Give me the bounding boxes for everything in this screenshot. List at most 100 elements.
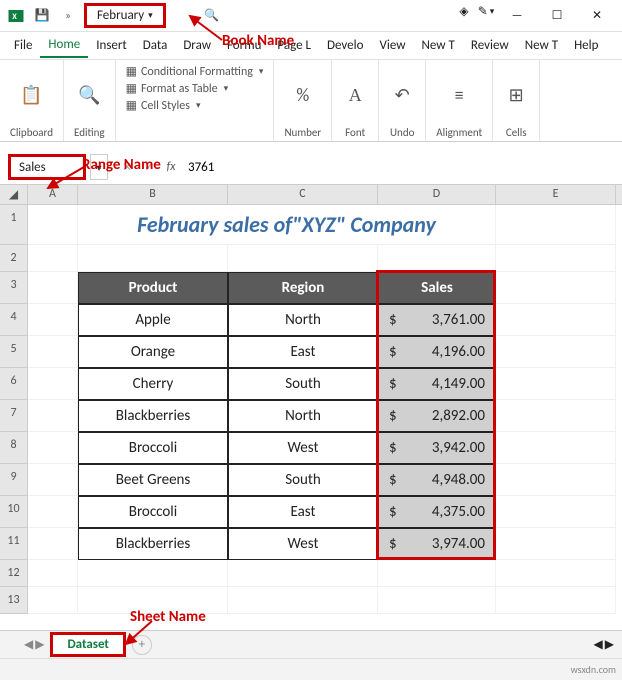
cell-product-3[interactable]: Blackberries bbox=[78, 400, 228, 432]
row-10[interactable]: 10 bbox=[0, 496, 28, 528]
row-12[interactable]: 12 bbox=[0, 560, 28, 587]
minimize-button[interactable]: — bbox=[498, 2, 536, 30]
cell-product-7[interactable]: Blackberries bbox=[78, 528, 228, 560]
pen-icon[interactable]: ✎▾ bbox=[476, 2, 496, 22]
maximize-button[interactable]: ☐ bbox=[538, 2, 576, 30]
cell-region-4[interactable]: West bbox=[228, 432, 378, 464]
cell-E9[interactable] bbox=[496, 464, 616, 496]
sheet-prev-icon[interactable]: ◀ bbox=[24, 637, 33, 652]
cell-E7[interactable] bbox=[496, 400, 616, 432]
row-1[interactable]: 1 bbox=[0, 205, 28, 245]
tab-developer[interactable]: Develo bbox=[319, 34, 371, 57]
cell-r12-0[interactable] bbox=[28, 560, 78, 587]
row-7[interactable]: 7 bbox=[0, 400, 28, 432]
col-C[interactable]: C bbox=[228, 185, 378, 204]
row-9[interactable]: 9 bbox=[0, 464, 28, 496]
cell-region-1[interactable]: East bbox=[228, 336, 378, 368]
col-D[interactable]: D bbox=[378, 185, 496, 204]
tab-home[interactable]: Home bbox=[40, 33, 88, 58]
row-8[interactable]: 8 bbox=[0, 432, 28, 464]
cell-A1[interactable] bbox=[28, 205, 78, 245]
spreadsheet-grid[interactable]: ◢ A B C D E 1February sales of"XYZ" Comp… bbox=[0, 184, 622, 614]
cells-icon[interactable]: ⊞ bbox=[503, 82, 529, 108]
sheet-tab-dataset[interactable]: Dataset bbox=[50, 632, 125, 657]
cell-A5[interactable] bbox=[28, 336, 78, 368]
cell-region-5[interactable]: South bbox=[228, 464, 378, 496]
hscroll-left-icon[interactable]: ◀ bbox=[594, 637, 603, 652]
select-all[interactable]: ◢ bbox=[0, 185, 28, 204]
find-icon[interactable]: 🔍 bbox=[76, 82, 102, 108]
cell-r2-3[interactable] bbox=[378, 245, 496, 272]
align-icon[interactable]: ≡ bbox=[446, 82, 472, 108]
hscroll-right-icon[interactable]: ▶ bbox=[605, 637, 614, 652]
cell-r13-3[interactable] bbox=[378, 587, 496, 614]
col-B[interactable]: B bbox=[78, 185, 228, 204]
cell-region-3[interactable]: North bbox=[228, 400, 378, 432]
tab-draw[interactable]: Draw bbox=[175, 34, 219, 57]
row-6[interactable]: 6 bbox=[0, 368, 28, 400]
cell-sales-2[interactable]: $4,149.00 bbox=[378, 368, 496, 400]
cell-sales-3[interactable]: $2,892.00 bbox=[378, 400, 496, 432]
cell-E8[interactable] bbox=[496, 432, 616, 464]
cell-r13-2[interactable] bbox=[228, 587, 378, 614]
workbook-name-dropdown[interactable]: February ▾ bbox=[84, 3, 166, 28]
cell-E11[interactable] bbox=[496, 528, 616, 560]
cell-product-0[interactable]: Apple bbox=[78, 304, 228, 336]
tab-help[interactable]: Help bbox=[566, 34, 606, 57]
cell-r2-0[interactable] bbox=[28, 245, 78, 272]
search-icon[interactable]: 🔍 bbox=[202, 6, 222, 26]
sheet-next-icon[interactable]: ▶ bbox=[35, 637, 44, 652]
cell-sales-0[interactable]: $3,761.00 bbox=[378, 304, 496, 336]
more-icon[interactable]: » bbox=[58, 6, 78, 26]
cell-A3[interactable] bbox=[28, 272, 78, 304]
cell-product-2[interactable]: Cherry bbox=[78, 368, 228, 400]
cell-sales-6[interactable]: $4,375.00 bbox=[378, 496, 496, 528]
fx-icon[interactable]: fx bbox=[162, 160, 180, 174]
cell-region-7[interactable]: West bbox=[228, 528, 378, 560]
diamond-icon[interactable]: ◈ bbox=[454, 2, 474, 22]
cell-region-2[interactable]: South bbox=[228, 368, 378, 400]
cell-A4[interactable] bbox=[28, 304, 78, 336]
cell-E4[interactable] bbox=[496, 304, 616, 336]
cell-E5[interactable] bbox=[496, 336, 616, 368]
cell-A9[interactable] bbox=[28, 464, 78, 496]
col-E[interactable]: E bbox=[496, 185, 616, 204]
tab-file[interactable]: File bbox=[6, 34, 40, 57]
cell-E1[interactable] bbox=[496, 205, 616, 245]
add-sheet-button[interactable]: + bbox=[132, 635, 152, 655]
cell-sales-1[interactable]: $4,196.00 bbox=[378, 336, 496, 368]
cell-E3[interactable] bbox=[496, 272, 616, 304]
cell-A6[interactable] bbox=[28, 368, 78, 400]
cell-E10[interactable] bbox=[496, 496, 616, 528]
cell-r12-2[interactable] bbox=[228, 560, 378, 587]
tab-newtab2[interactable]: New T bbox=[517, 34, 566, 57]
tab-insert[interactable]: Insert bbox=[88, 34, 135, 57]
cell-r12-1[interactable] bbox=[78, 560, 228, 587]
tab-data[interactable]: Data bbox=[135, 34, 176, 57]
save-icon[interactable]: 💾 bbox=[32, 6, 52, 26]
cell-r2-1[interactable] bbox=[78, 245, 228, 272]
close-button[interactable]: ✕ bbox=[578, 2, 616, 30]
row-3[interactable]: 3 bbox=[0, 272, 28, 304]
row-11[interactable]: 11 bbox=[0, 528, 28, 560]
cell-A11[interactable] bbox=[28, 528, 78, 560]
cell-product-4[interactable]: Broccoli bbox=[78, 432, 228, 464]
tab-review[interactable]: Review bbox=[463, 34, 517, 57]
cell-r2-4[interactable] bbox=[496, 245, 616, 272]
cell-styles-button[interactable]: ▦Cell Styles▾ bbox=[126, 98, 201, 113]
cell-E6[interactable] bbox=[496, 368, 616, 400]
cell-product-6[interactable]: Broccoli bbox=[78, 496, 228, 528]
cell-A8[interactable] bbox=[28, 432, 78, 464]
row-4[interactable]: 4 bbox=[0, 304, 28, 336]
row-5[interactable]: 5 bbox=[0, 336, 28, 368]
cell-sales-4[interactable]: $3,942.00 bbox=[378, 432, 496, 464]
cell-r12-3[interactable] bbox=[378, 560, 496, 587]
tab-newtab1[interactable]: New T bbox=[414, 34, 463, 57]
row-13[interactable]: 13 bbox=[0, 587, 28, 614]
name-box[interactable]: Sales bbox=[8, 154, 86, 180]
tab-view[interactable]: View bbox=[371, 34, 413, 57]
clipboard-icon[interactable]: 📋 bbox=[19, 82, 45, 108]
conditional-formatting-button[interactable]: ▦Conditional Formatting▾ bbox=[126, 64, 264, 79]
cell-product-1[interactable]: Orange bbox=[78, 336, 228, 368]
row-2[interactable]: 2 bbox=[0, 245, 28, 272]
